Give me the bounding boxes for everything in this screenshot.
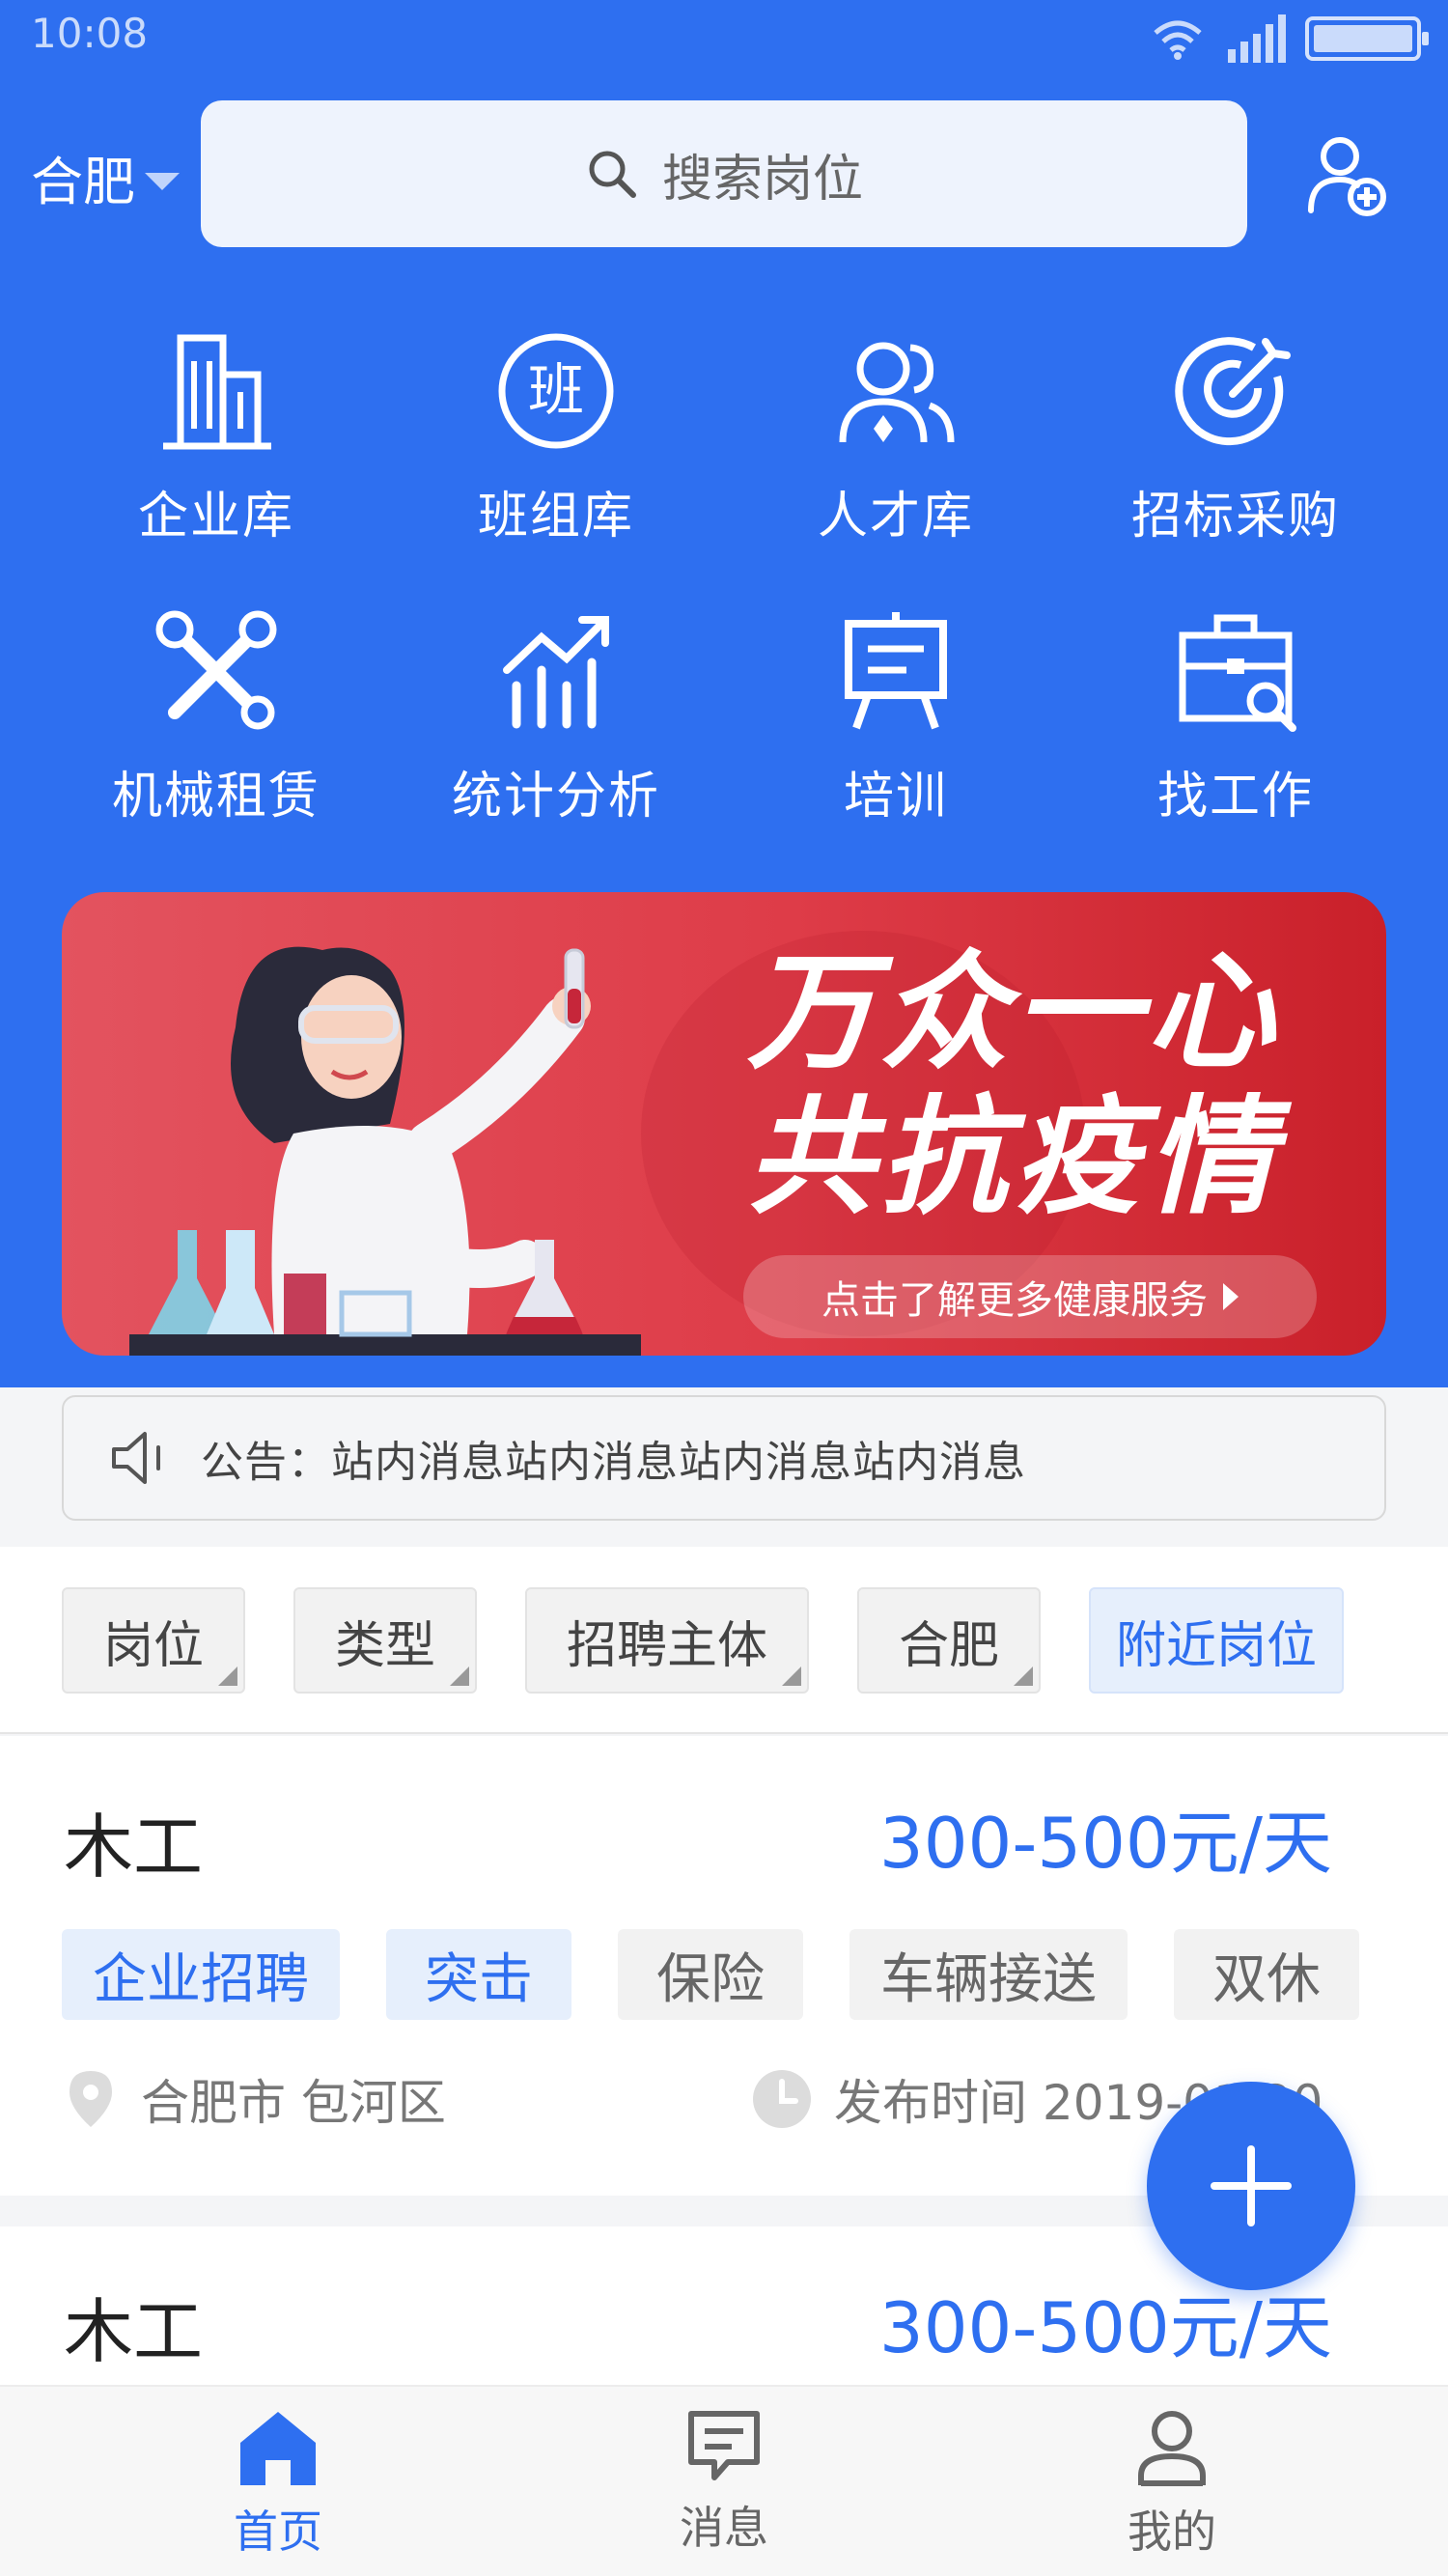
grid-label: 人才库 — [817, 488, 974, 546]
grid-item-machinery[interactable]: 机械租赁 — [42, 608, 390, 827]
bottom-nav: 首页 消息 我的 — [0, 2385, 1448, 2576]
job-tag: 企业招聘 — [62, 1929, 340, 2020]
target-icon — [1175, 337, 1291, 446]
job-location: 合肥市 包河区 — [62, 2064, 446, 2134]
filter-nearby[interactable]: 附近岗位 — [1089, 1587, 1344, 1694]
filter-bar: 岗位 类型 招聘主体 合肥 附近岗位 — [0, 1547, 1448, 1734]
banner-cta-button[interactable]: 点击了解更多健康服务 — [743, 1255, 1317, 1338]
nav-label: 消息 — [680, 2502, 768, 2554]
header-area: 10:08 合肥 搜索岗位 企业库 班 班组库 人才库 招标采购 机械租赁 统计… — [0, 0, 1448, 1387]
search-input[interactable]: 搜索岗位 — [201, 100, 1247, 247]
grid-item-bidding[interactable]: 招标采购 — [1062, 328, 1409, 547]
search-placeholder: 搜索岗位 — [661, 150, 863, 209]
grid-label: 统计分析 — [451, 768, 660, 826]
job-title: 木工 — [64, 1806, 204, 1888]
dropdown-corner-icon — [782, 1666, 801, 1686]
nav-profile[interactable]: 我的 — [1027, 2408, 1317, 2561]
svg-text:班: 班 — [528, 357, 584, 423]
home-icon — [240, 2412, 316, 2485]
speaker-icon — [112, 1432, 160, 1484]
grid-label: 培训 — [843, 768, 948, 826]
nav-label: 首页 — [234, 2506, 322, 2558]
wifi-icon — [1154, 20, 1202, 60]
add-fab-button[interactable] — [1147, 2082, 1355, 2290]
dropdown-corner-icon — [450, 1666, 469, 1686]
tools-icon — [155, 610, 277, 730]
signal-icon — [1223, 14, 1286, 63]
grid-item-company[interactable]: 企业库 — [42, 328, 390, 547]
chart-growth-icon — [503, 616, 609, 729]
job-tag: 车辆接送 — [849, 1929, 1128, 2020]
grid-label: 企业库 — [137, 488, 294, 546]
banner-headline: 万众一心 共抗疫情 — [747, 938, 1280, 1232]
filter-type[interactable]: 类型 — [293, 1587, 477, 1694]
grid-label: 机械租赁 — [111, 768, 320, 826]
dropdown-corner-icon — [218, 1666, 237, 1686]
profile-icon — [1138, 2411, 1206, 2486]
grid-item-team[interactable]: 班 班组库 — [382, 328, 730, 547]
add-user-icon[interactable] — [1303, 131, 1390, 218]
city-label: 合肥 — [31, 152, 135, 212]
city-selector[interactable]: 合肥 — [31, 139, 180, 215]
dropdown-corner-icon — [1014, 1666, 1033, 1686]
grid-item-training[interactable]: 培训 — [722, 608, 1070, 827]
nav-home[interactable]: 首页 — [133, 2408, 423, 2561]
nav-messages[interactable]: 消息 — [579, 2408, 869, 2557]
announcement-text: 公告：站内消息站内消息站内消息站内消息 — [201, 1438, 1026, 1487]
grid-item-talent[interactable]: 人才库 — [722, 328, 1070, 547]
location-pin-icon — [70, 2071, 112, 2127]
grid-item-find-job[interactable]: 找工作 — [1062, 608, 1409, 827]
job-tag: 突击 — [386, 1929, 571, 2020]
chevron-right-icon — [1223, 1283, 1239, 1310]
job-title: 木工 — [64, 2291, 204, 2372]
job-tag: 保险 — [618, 1929, 803, 2020]
clock-icon — [753, 2070, 811, 2128]
promo-banner[interactable]: 万众一心 共抗疫情 点击了解更多健康服务 — [62, 892, 1386, 1356]
grid-label: 班组库 — [477, 488, 634, 546]
job-tag: 双休 — [1174, 1929, 1359, 2020]
chevron-down-icon — [145, 172, 180, 190]
briefcase-search-icon — [1179, 614, 1296, 732]
filter-recruiter[interactable]: 招聘主体 — [525, 1587, 809, 1694]
scientist-illustration — [129, 946, 641, 1356]
easel-icon — [845, 612, 947, 730]
filter-city[interactable]: 合肥 — [857, 1587, 1041, 1694]
announcement-bar[interactable]: 公告：站内消息站内消息站内消息站内消息 — [62, 1395, 1386, 1521]
grid-label: 找工作 — [1156, 768, 1314, 826]
ban-character-icon: 班 — [498, 333, 614, 449]
message-icon — [688, 2411, 760, 2480]
grid-label: 招标采购 — [1130, 488, 1340, 546]
job-salary: 300-500元/天 — [878, 1803, 1332, 1884]
nav-label: 我的 — [1128, 2506, 1216, 2558]
search-icon — [589, 151, 636, 198]
filter-position[interactable]: 岗位 — [62, 1587, 245, 1694]
banner-cta-label: 点击了解更多健康服务 — [821, 1278, 1208, 1323]
grid-item-statistics[interactable]: 统计分析 — [382, 608, 730, 827]
people-icon — [839, 342, 955, 443]
status-bar: 10:08 — [0, 0, 1448, 77]
battery-icon — [1305, 16, 1429, 61]
building-icon — [163, 334, 271, 450]
status-time: 10:08 — [31, 10, 149, 57]
